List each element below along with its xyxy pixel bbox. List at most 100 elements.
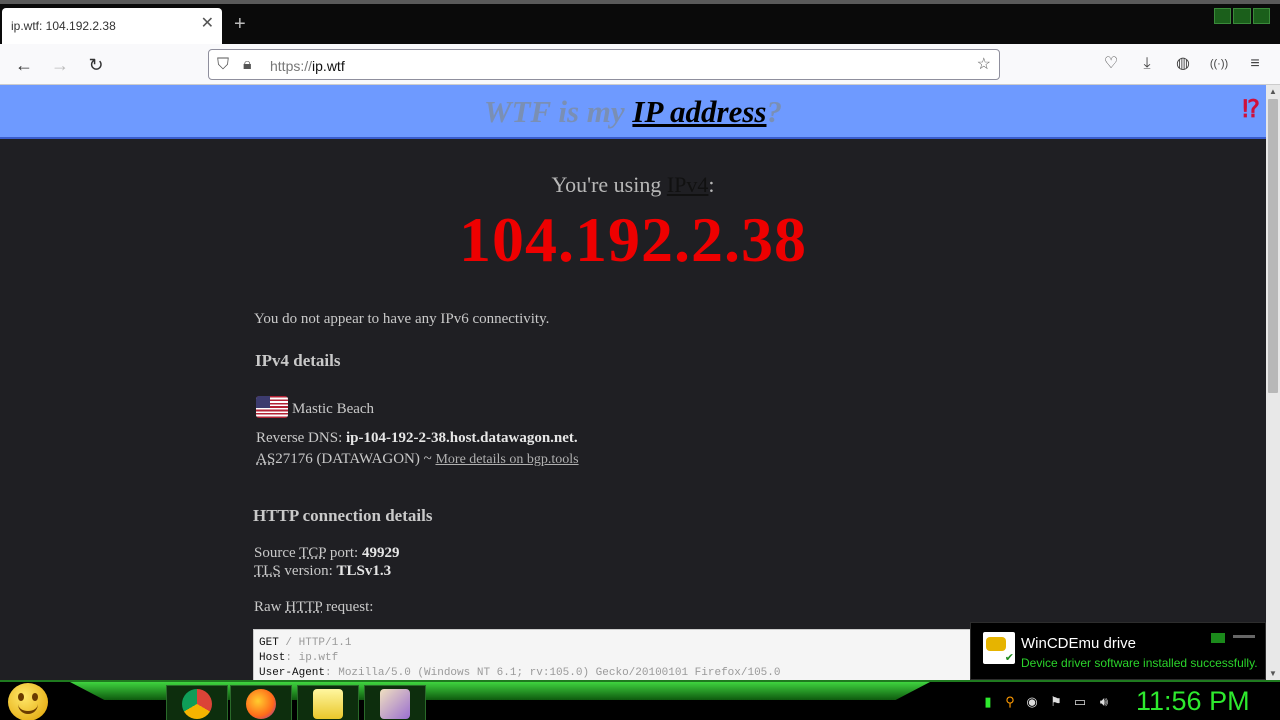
- rdns-value: ip-104-192-2-38.host.datawagon.net.: [346, 430, 578, 446]
- raw-prefix: Raw: [254, 599, 282, 615]
- using-suffix: :: [708, 172, 715, 197]
- raw-request-label: Raw HTTP request:: [254, 599, 373, 616]
- back-arrow-icon[interactable]: ←: [12, 53, 36, 77]
- us-flag-icon: [256, 396, 288, 418]
- extension-icon[interactable]: ((·)): [1208, 53, 1230, 75]
- page-scrollbar[interactable]: ▲ ▼: [1266, 85, 1280, 680]
- address-bar[interactable]: ⛉ 🔒︎ https://ip.wtf ☆: [208, 49, 1000, 80]
- notification-dismiss-button[interactable]: [1233, 635, 1255, 638]
- tray-monitor-icon[interactable]: ▭: [1072, 694, 1088, 710]
- taskbar-firefox[interactable]: [230, 685, 292, 720]
- ipv4-link[interactable]: IPv4: [667, 172, 709, 197]
- as-value: 27176 (DATAWAGON) ~: [275, 451, 432, 467]
- ip-version-line: You're using IPv4:: [0, 172, 1266, 198]
- location: Mastic Beach: [292, 401, 375, 417]
- lock-icon[interactable]: 🔒︎: [243, 55, 252, 75]
- tray-flag-icon[interactable]: ⚑: [1048, 694, 1064, 710]
- raw-line: GET / HTTP/1.1: [259, 636, 977, 651]
- drive-installed-icon: [983, 632, 1015, 664]
- start-button-smiley-icon[interactable]: [8, 683, 48, 720]
- extension-flag-icon[interactable]: ◍: [1172, 53, 1194, 75]
- raw-key: Host: [259, 652, 286, 664]
- pocket-icon[interactable]: ♡: [1100, 53, 1122, 75]
- window-controls[interactable]: [1214, 8, 1270, 24]
- close-tab-icon[interactable]: ✕: [201, 16, 214, 32]
- scrollbar-thumb[interactable]: [1268, 99, 1278, 393]
- source-port-line: Source TCP port: 49929: [254, 545, 399, 562]
- reverse-dns: Reverse DNS: ip-104-192-2-38.host.datawa…: [256, 430, 578, 447]
- tls-abbr: TLS: [254, 563, 281, 579]
- bgp-tools-link[interactable]: More details on bgp.tools: [435, 452, 578, 467]
- raw-suffix: request:: [325, 599, 374, 615]
- close-window-button[interactable]: [1252, 8, 1270, 24]
- ip-address: 104.192.2.38: [459, 204, 807, 275]
- download-icon[interactable]: ⤓: [1136, 53, 1158, 75]
- folder-icon: [313, 689, 343, 719]
- as-abbr: AS: [256, 451, 276, 467]
- tab-title: ip.wtf: 104.192.2.38: [11, 19, 116, 33]
- taskbar: ▮ ⚲ ◉ ⚑ ▭ 🔊︎ 11:56 PM: [0, 680, 1280, 720]
- tray-network-icon[interactable]: ▮: [980, 694, 996, 710]
- maximize-button[interactable]: [1233, 8, 1251, 24]
- scroll-up-icon[interactable]: ▲: [1266, 87, 1280, 96]
- raw-value: : Mozilla/5.0 (Windows NT 6.1; rv:105.0)…: [325, 667, 781, 679]
- shield-icon[interactable]: ⛉: [217, 55, 229, 75]
- url-text[interactable]: https://ip.wtf: [270, 58, 345, 74]
- notification-close-button[interactable]: [1211, 633, 1225, 643]
- taskbar-app[interactable]: [364, 685, 426, 720]
- menu-icon[interactable]: ≡: [1244, 53, 1266, 75]
- firefox-icon: [246, 689, 276, 719]
- browser-tab[interactable]: ip.wtf: 104.192.2.38 ✕: [2, 8, 222, 44]
- bookmark-star-icon[interactable]: ☆: [977, 55, 991, 75]
- raw-line: Host: ip.wtf: [259, 651, 977, 666]
- app-icon: [380, 689, 410, 719]
- raw-key: User-Agent: [259, 667, 326, 679]
- site-header: WTF is my IP address? ⁉: [0, 85, 1266, 139]
- rdns-label: Reverse DNS:: [256, 430, 343, 446]
- http-details-heading: HTTP connection details: [253, 506, 433, 525]
- http-abbr: HTTP: [285, 599, 323, 615]
- notification-title: WinCDEmu drive: [1021, 635, 1137, 652]
- site-title-prefix: WTF is my: [484, 94, 625, 129]
- raw-value: / HTTP/1.1: [278, 637, 352, 649]
- port-value: 49929: [361, 545, 400, 561]
- tcp-abbr: TCP: [299, 545, 327, 561]
- notification-message: Device driver software installed success…: [1021, 656, 1258, 670]
- tray-sync-icon[interactable]: ◉: [1024, 694, 1040, 710]
- source-prefix: Source: [254, 545, 296, 561]
- raw-key: GET: [259, 637, 279, 649]
- tab-bar: ip.wtf: 104.192.2.38 ✕ +: [0, 0, 1280, 44]
- scroll-down-icon[interactable]: ▼: [1266, 669, 1280, 678]
- taskbar-clock[interactable]: 11:56 PM: [1136, 686, 1250, 717]
- tls-value: TLSv1.3: [336, 563, 392, 579]
- navigation-toolbar: ← → ↻ ⛉ 🔒︎ https://ip.wtf ☆ ♡ ⤓ ◍ ((·)) …: [0, 44, 1280, 85]
- forward-arrow-icon[interactable]: →: [48, 53, 72, 77]
- interrobang-icon[interactable]: ⁉: [1242, 95, 1260, 124]
- page-viewport: WTF is my IP address? ⁉ You're using IPv…: [0, 85, 1266, 680]
- using-prefix: You're using: [551, 172, 662, 197]
- raw-value: : ip.wtf: [285, 652, 339, 664]
- reload-icon[interactable]: ↻: [84, 53, 108, 77]
- site-title: WTF is my IP address?: [0, 85, 1266, 139]
- url-host: ip.wtf: [312, 58, 345, 74]
- taskbar-folder[interactable]: [297, 685, 359, 720]
- minimize-button[interactable]: [1214, 8, 1232, 24]
- ip-address-link[interactable]: IP address: [632, 94, 766, 129]
- notification-balloon[interactable]: WinCDEmu drive Device driver software in…: [970, 622, 1266, 680]
- tray-volume-icon[interactable]: 🔊︎: [1096, 694, 1112, 710]
- site-title-suffix: ?: [766, 94, 782, 129]
- port-label: port:: [329, 545, 359, 561]
- ipv4-details-heading: IPv4 details: [255, 351, 341, 370]
- tls-label: version:: [284, 563, 333, 579]
- main-content: You're using IPv4: 104.192.2.38 You do n…: [0, 139, 1266, 680]
- raw-http-request: GET / HTTP/1.1 Host: ip.wtf User-Agent: …: [253, 629, 983, 680]
- as-line: AS27176 (DATAWAGON) ~ More details on bg…: [256, 451, 579, 468]
- raw-line: User-Agent: Mozilla/5.0 (Windows NT 6.1;…: [259, 666, 977, 680]
- ipv6-note: You do not appear to have any IPv6 conne…: [254, 311, 550, 327]
- new-tab-icon[interactable]: +: [234, 14, 246, 34]
- tls-line: TLS version: TLSv1.3: [254, 563, 391, 580]
- url-scheme: https://: [270, 58, 313, 74]
- chrome-icon: [182, 689, 212, 719]
- tray-search-icon[interactable]: ⚲: [1002, 694, 1018, 710]
- taskbar-chrome[interactable]: [166, 685, 228, 720]
